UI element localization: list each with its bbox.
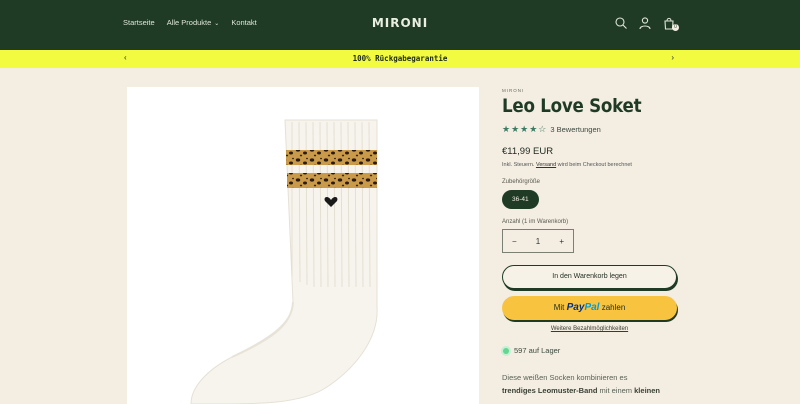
add-to-cart-button[interactable]: In den Warenkorb legen <box>502 265 677 289</box>
paypal-logo-pay: Pay <box>566 302 585 313</box>
in-stock-dot-icon <box>503 347 509 354</box>
site-header: Startseite Alle Produkte ⌄ Kontakt MIRONI… <box>0 0 800 50</box>
announcement-text: 100% Rückgabegarantie <box>352 54 448 63</box>
minus-icon[interactable]: − <box>512 237 517 246</box>
account-icon[interactable] <box>638 16 652 30</box>
desc-bold2: kleinen <box>634 386 660 395</box>
stock-status: 597 auf Lager <box>502 346 682 355</box>
rating-text: 3 Bewertungen <box>550 125 601 134</box>
brand-logo[interactable]: MIRONI <box>0 16 800 30</box>
quantity-stepper: − 1 + <box>502 229 574 253</box>
product-price: €11,99 EUR <box>502 146 554 157</box>
product-title: Leo Love Soket <box>502 95 642 117</box>
product-info: MIRONI Leo Love Soket ★★★★☆ 3 Bewertunge… <box>502 88 682 397</box>
tax-prefix: Inkl. Steuern. <box>502 162 535 168</box>
quantity-value[interactable]: 1 <box>536 237 540 246</box>
header-icons: 0 <box>614 16 679 31</box>
size-option-36-41[interactable]: 36-41 <box>502 190 539 209</box>
stock-text: 597 auf Lager <box>514 346 561 355</box>
tax-suffix: wird beim Checkout berechnet <box>557 162 632 168</box>
paypal-suffix: zahlen <box>601 303 626 312</box>
product-image[interactable] <box>127 87 479 404</box>
quantity-label: Anzahl (1 im Warenkorb) <box>502 219 569 225</box>
cart-icon[interactable]: 0 <box>662 16 679 31</box>
desc-bold1: trendiges Leomuster-Band <box>502 386 598 395</box>
tax-note: Inkl. Steuern. Versand wird beim Checkou… <box>502 162 682 168</box>
size-label: Zubehörgröße <box>502 179 541 185</box>
plus-icon[interactable]: + <box>559 237 564 246</box>
paypal-prefix: Mit <box>553 303 565 312</box>
product-rating[interactable]: ★★★★☆ 3 Bewertungen <box>502 124 682 135</box>
shipping-link[interactable]: Versand <box>536 162 556 168</box>
chevron-right-icon[interactable]: › <box>671 53 674 62</box>
desc-mid: mit einem <box>599 386 633 395</box>
paypal-button[interactable]: Mit PayPal zahlen <box>502 296 677 320</box>
desc-line1: Diese weißen Socken kombinieren es <box>502 373 628 382</box>
search-icon[interactable] <box>614 16 628 30</box>
star-rating-icon: ★★★★☆ <box>502 124 548 134</box>
cart-count-badge: 0 <box>672 24 679 31</box>
product-description: Diese weißen Socken kombinieren es trend… <box>502 371 682 397</box>
announcement-bar: ‹ 100% Rückgabegarantie › <box>0 50 800 68</box>
more-payment-options-link[interactable]: Weitere Bezahlmöglichkeiten <box>502 326 677 332</box>
product-vendor: MIRONI <box>502 88 525 93</box>
paypal-logo-pal: Pal <box>584 302 600 313</box>
